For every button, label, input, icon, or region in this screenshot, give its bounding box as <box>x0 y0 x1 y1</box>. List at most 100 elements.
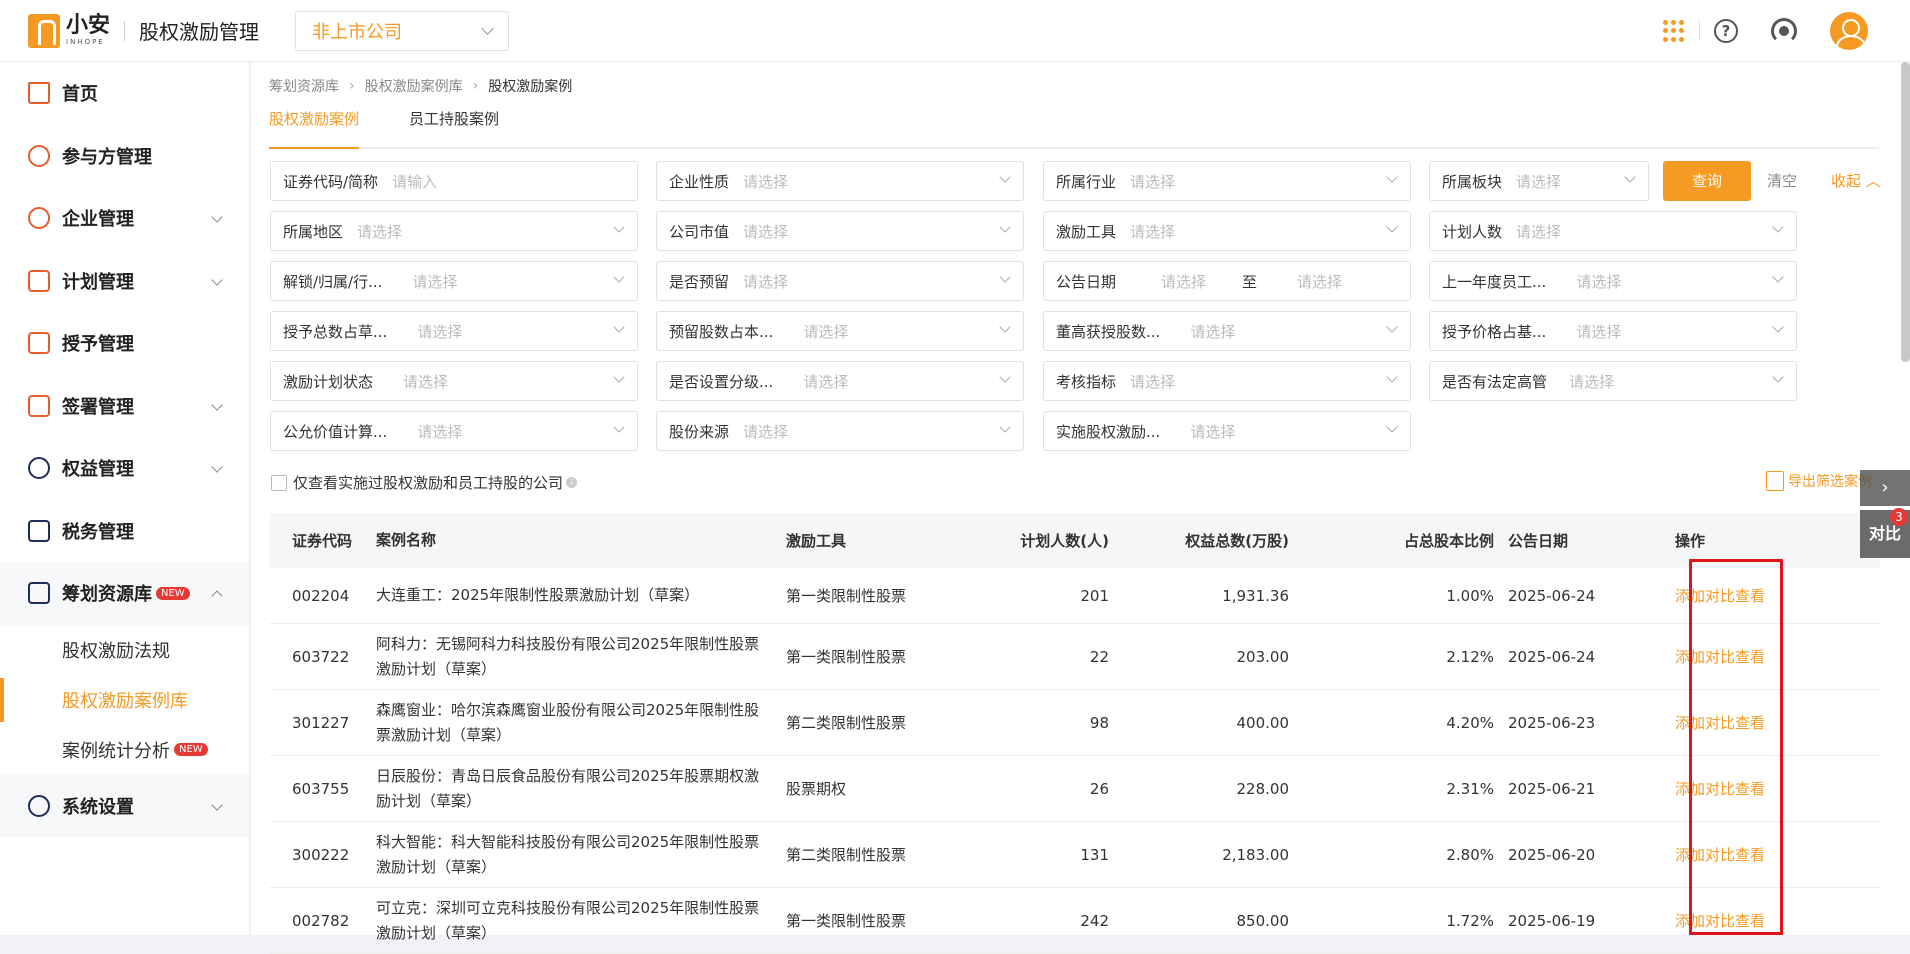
chevron-down-icon <box>999 271 1011 283</box>
sidebar-item-enterprise[interactable]: 企业管理 <box>0 187 249 250</box>
view-button[interactable]: 查看 <box>1735 648 1765 666</box>
add-compare-button[interactable]: 添加对比 <box>1675 648 1735 666</box>
info-icon[interactable]: i <box>566 477 578 488</box>
apps-grid-icon[interactable] <box>1663 20 1685 42</box>
customer-service-icon[interactable] <box>1771 18 1797 44</box>
help-icon[interactable]: ? <box>1714 19 1738 43</box>
filter-executive-grants[interactable]: 董高获授股数... 请选择 <box>1043 311 1411 351</box>
export-icon <box>1766 471 1784 491</box>
filter-reserved-ratio[interactable]: 预留股数占本... 请选择 <box>656 311 1024 351</box>
company-type-value: 非上市公司 <box>312 21 403 43</box>
sidebar-item-resource-library[interactable]: 筹划资源库 NEW <box>0 562 249 625</box>
column-header: 公告日期 <box>1508 532 1569 550</box>
sidebar-item-participants[interactable]: 参与方管理 <box>0 125 249 188</box>
app-title: 股权激励管理 <box>139 20 260 44</box>
chevron-down-icon <box>1386 421 1398 433</box>
filter-security-code[interactable]: 证券代码/简称 请输入 <box>270 161 638 201</box>
filter-fair-value[interactable]: 公允价值计算... 请选择 <box>270 411 638 451</box>
column-header: 操作 <box>1675 532 1706 550</box>
filter-announce-date[interactable]: 公告日期 请选择 至 请选择 <box>1043 261 1411 301</box>
chevron-right-icon: › <box>472 78 479 94</box>
chevron-down-icon <box>1386 221 1398 233</box>
add-compare-button[interactable]: 添加对比 <box>1675 780 1735 798</box>
search-input[interactable]: 请输入 <box>392 171 437 192</box>
start-date-input[interactable]: 请选择 <box>1161 271 1206 292</box>
chevron-down-icon <box>999 171 1011 183</box>
expand-panel-button[interactable]: › <box>1860 470 1910 506</box>
sidebar-item-tax[interactable]: 税务管理 <box>0 500 249 563</box>
view-button[interactable]: 查看 <box>1735 780 1765 798</box>
filter-industry[interactable]: 所属行业 请选择 <box>1043 161 1411 201</box>
end-date-input[interactable]: 请选择 <box>1297 271 1342 292</box>
add-compare-button[interactable]: 添加对比 <box>1675 846 1735 864</box>
add-compare-button[interactable]: 添加对比 <box>1675 587 1735 605</box>
chevron-down-icon <box>1624 171 1636 183</box>
filter-region[interactable]: 所属地区 请选择 <box>270 211 638 251</box>
filter-legal-executive[interactable]: 是否有法定高管 请选择 <box>1429 361 1797 401</box>
filter-assessment-index[interactable]: 考核指标 请选择 <box>1043 361 1411 401</box>
chevron-down-icon <box>999 321 1011 333</box>
chevron-down-icon <box>1772 271 1784 283</box>
filter-prev-year-employees[interactable]: 上一年度员工... 请选择 <box>1429 261 1797 301</box>
sidebar-item-equity[interactable]: 权益管理 <box>0 437 249 500</box>
query-button[interactable]: 查询 <box>1663 161 1751 201</box>
collapse-button[interactable]: 收起 ︿ <box>1831 161 1881 201</box>
implemented-only-checkbox[interactable]: 仅查看实施过股权激励和员工持股的公司 i <box>271 472 578 493</box>
view-button[interactable]: 查看 <box>1735 587 1765 605</box>
filter-unlock[interactable]: 解锁/归属/行... 请选择 <box>270 261 638 301</box>
sidebar-subitem-case-library[interactable]: 股权激励案例库 <box>0 675 249 725</box>
sidebar-item-sign[interactable]: 签署管理 <box>0 375 249 438</box>
logo[interactable]: 小安 INHOPE <box>28 13 110 48</box>
column-header: 证券代码 <box>292 532 353 550</box>
filter-share-source[interactable]: 股份来源 请选择 <box>656 411 1024 451</box>
chevron-down-icon <box>1386 321 1398 333</box>
filter-market-cap[interactable]: 公司市值 请选择 <box>656 211 1024 251</box>
chevron-down-icon <box>999 421 1011 433</box>
sidebar-subitem-case-statistics[interactable]: 案例统计分析 NEW <box>0 725 249 775</box>
scrollbar[interactable] <box>1901 62 1910 362</box>
chevron-down-icon <box>211 398 223 411</box>
chevron-down-icon <box>613 321 625 333</box>
filter-board[interactable]: 所属板块 请选择 <box>1429 161 1649 201</box>
table-row: 300222 科大智能：科大智能科技股份有限公司2025年限制性股票激励计划（草… <box>270 822 1880 888</box>
column-header: 占总股本比例 <box>1403 532 1494 550</box>
filter-grant-total-ratio[interactable]: 授予总数占草... 请选择 <box>270 311 638 351</box>
tab-equity-cases[interactable]: 股权激励案例 <box>269 104 359 134</box>
sidebar-item-home[interactable]: 首页 <box>0 62 249 125</box>
add-compare-button[interactable]: 添加对比 <box>1675 912 1735 930</box>
breadcrumb-item[interactable]: 股权激励案例库 <box>365 76 463 96</box>
filter-plan-status[interactable]: 激励计划状态 请选择 <box>270 361 638 401</box>
tab-underline <box>269 147 1879 149</box>
sidebar-subitem-regulations[interactable]: 股权激励法规 <box>0 625 249 675</box>
view-button[interactable]: 查看 <box>1735 912 1765 930</box>
chevron-down-icon <box>1772 221 1784 233</box>
filter-enterprise-nature[interactable]: 企业性质 请选择 <box>656 161 1024 201</box>
document-icon <box>28 332 50 355</box>
export-cases-button[interactable]: 导出筛选案例 <box>1766 471 1872 491</box>
sidebar-item-settings[interactable]: 系统设置 <box>0 774 249 837</box>
company-type-select[interactable]: 非上市公司 <box>295 10 510 51</box>
view-button[interactable]: 查看 <box>1735 846 1765 864</box>
new-badge: NEW <box>174 743 208 756</box>
clear-button[interactable]: 清空 <box>1767 161 1797 201</box>
breadcrumb-item[interactable]: 筹划资源库 <box>269 76 339 96</box>
chevron-down-icon <box>999 371 1011 383</box>
add-compare-button[interactable]: 添加对比 <box>1675 714 1735 732</box>
column-header: 计划人数(人) <box>1020 532 1109 550</box>
filter-incentive-tool[interactable]: 激励工具 请选择 <box>1043 211 1411 251</box>
chevron-down-icon <box>1386 171 1398 183</box>
filter-reserved[interactable]: 是否预留 请选择 <box>656 261 1024 301</box>
filter-tiered-setting[interactable]: 是否设置分级... 请选择 <box>656 361 1024 401</box>
filter-grant-price-ratio[interactable]: 授予价格占基... 请选择 <box>1429 311 1797 351</box>
view-button[interactable]: 查看 <box>1735 714 1765 732</box>
filter-plan-count[interactable]: 计划人数 请选择 <box>1429 211 1797 251</box>
tab-employee-stock-cases[interactable]: 员工持股案例 <box>409 104 499 134</box>
user-avatar-icon[interactable] <box>1830 12 1868 50</box>
checkbox[interactable] <box>271 474 287 491</box>
sidebar-item-grant[interactable]: 授予管理 <box>0 312 249 375</box>
filter-implemented-incentive[interactable]: 实施股权激励... 请选择 <box>1043 411 1411 451</box>
chevron-down-icon <box>613 421 625 433</box>
compare-panel-button[interactable]: 对比 3 <box>1860 508 1910 558</box>
breadcrumb: 筹划资源库 › 股权激励案例库 › 股权激励案例 <box>269 76 572 96</box>
sidebar-item-plan[interactable]: 计划管理 <box>0 250 249 313</box>
